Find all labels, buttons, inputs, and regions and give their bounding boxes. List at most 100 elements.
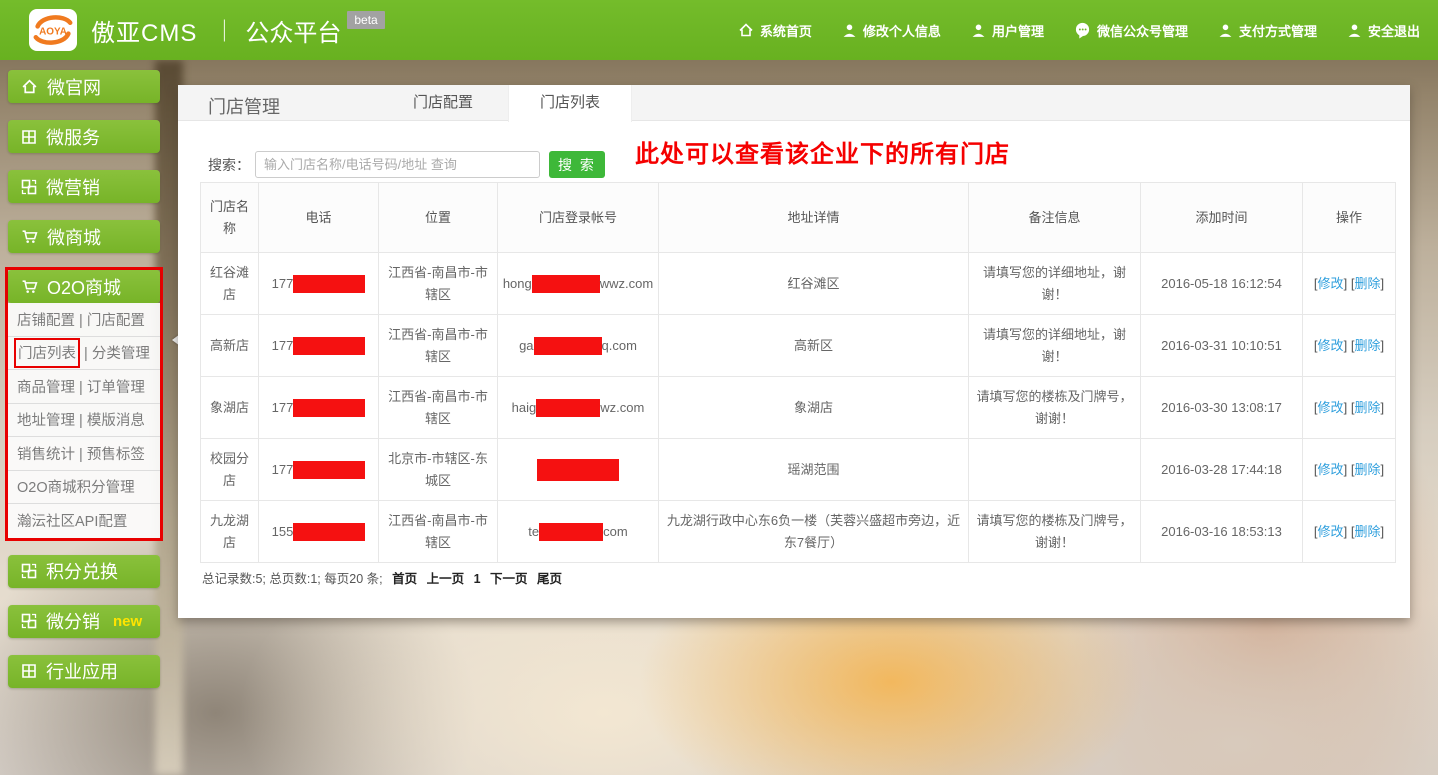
modify-link[interactable]: 修改: [1318, 400, 1344, 415]
nav-label: 支付方式管理: [1239, 21, 1317, 40]
o2o-submenu: 店铺配置 | 门店配置 门店列表 | 分类管理 商品管理 | 订单管理 地址管理…: [8, 303, 160, 538]
user-icon: [971, 23, 986, 38]
brand-divider: ｜: [213, 14, 235, 46]
table-row: 九龙湖店 155 江西省-南昌市-市辖区 tecom 九龙湖行政中心东6负一楼（…: [201, 501, 1396, 563]
user-icon: [1347, 23, 1362, 38]
aoya-logo-icon: AOYA: [31, 11, 75, 49]
search-button[interactable]: 搜 索: [549, 151, 605, 178]
submenu-sales-presale[interactable]: 销售统计 | 预售标签: [8, 437, 160, 471]
new-badge: new: [113, 613, 142, 630]
row-actions: [修改] [删除]: [1303, 253, 1396, 315]
submenu-o2o-points[interactable]: O2O商城积分管理: [8, 471, 160, 505]
modify-link[interactable]: 修改: [1318, 462, 1344, 477]
store-name: 红谷滩店: [201, 253, 259, 315]
store-note: 请填写您的详细地址，谢谢！: [969, 315, 1141, 377]
sidebar: 微官网 微服务 微营销 微商城 O2O商城 店铺配置 | 门店配置 门店列表 |…: [8, 70, 160, 705]
submenu-label: 地址管理 | 模版消息: [17, 409, 145, 430]
pagination-next[interactable]: 下一页: [490, 572, 528, 586]
store-account: tecom: [498, 501, 659, 563]
delete-link[interactable]: 删除: [1354, 400, 1380, 415]
store-account: haigwz.com: [498, 377, 659, 439]
tab-store-config[interactable]: 门店配置: [378, 85, 508, 121]
submenu-address-template[interactable]: 地址管理 | 模版消息: [8, 404, 160, 438]
nav-label: 微信公众号管理: [1097, 21, 1188, 40]
sync-icon: [21, 179, 37, 195]
pagination-summary: 总记录数:5; 总页数:1; 每页20 条;: [202, 572, 383, 586]
delete-link[interactable]: 删除: [1354, 338, 1380, 353]
sidebar-item-points-exchange[interactable]: 积分兑换: [8, 555, 160, 588]
modify-link[interactable]: 修改: [1318, 338, 1344, 353]
sidebar-item-label: 积分兑换: [46, 558, 118, 584]
delete-link[interactable]: 删除: [1354, 462, 1380, 477]
store-add-time: 2016-03-16 18:53:13: [1141, 501, 1303, 563]
sidebar-item-label: 微营销: [46, 174, 100, 200]
pagination-last[interactable]: 尾页: [537, 572, 562, 586]
home-icon: [21, 78, 38, 95]
col-login-account: 门店登录帐号: [498, 183, 659, 253]
sidebar-item-micro-site[interactable]: 微官网: [8, 70, 160, 103]
sidebar-item-label: 行业应用: [46, 658, 118, 684]
tab-store-list[interactable]: 门店列表: [508, 85, 632, 122]
submenu-shop-config[interactable]: 店铺配置 | 门店配置: [8, 303, 160, 337]
submenu-product-order[interactable]: 商品管理 | 订单管理: [8, 370, 160, 404]
nav-user-management[interactable]: 用户管理: [971, 21, 1044, 40]
nav-edit-profile[interactable]: 修改个人信息: [842, 21, 941, 40]
modify-link[interactable]: 修改: [1318, 276, 1344, 291]
product-name: 公众平台: [245, 13, 341, 48]
nav-wechat-account-management[interactable]: 微信公众号管理: [1074, 21, 1188, 40]
pagination-prev[interactable]: 上一页: [427, 572, 465, 586]
store-add-time: 2016-03-30 13:08:17: [1141, 377, 1303, 439]
redacted-block: [293, 399, 365, 417]
redacted-block: [539, 523, 603, 541]
pagination-first[interactable]: 首页: [392, 572, 417, 586]
nav-system-home[interactable]: 系统首页: [738, 21, 812, 40]
row-actions: [修改] [删除]: [1303, 439, 1396, 501]
table-header-row: 门店名称 电话 位置 门店登录帐号 地址详情 备注信息 添加时间 操作: [201, 183, 1396, 253]
sidebar-item-micro-service[interactable]: 微服务: [8, 120, 160, 153]
store-note: 请填写您的楼栋及门牌号，谢谢！: [969, 377, 1141, 439]
submenu-label-highlighted: 门店列表: [14, 338, 80, 368]
nav-payment-management[interactable]: 支付方式管理: [1218, 21, 1317, 40]
submenu-label: | 分类管理: [80, 342, 150, 363]
sidebar-item-micro-distribution[interactable]: 微分销 new: [8, 605, 160, 638]
redacted-block: [293, 275, 365, 293]
sidebar-item-micro-mall[interactable]: 微商城: [8, 220, 160, 253]
store-address: 红谷滩区: [659, 253, 969, 315]
sync-icon: [21, 613, 37, 629]
cart-icon: [21, 228, 38, 245]
search-input[interactable]: [255, 151, 540, 178]
pagination-page-1[interactable]: 1: [474, 572, 481, 586]
sidebar-item-label: 微服务: [46, 124, 100, 150]
red-annotation-text: 此处可以查看该企业下的所有门店: [635, 134, 1010, 169]
submenu-label: 商品管理 | 订单管理: [17, 376, 145, 397]
top-header-bar: AOYA 傲亚CMS ｜ 公众平台 beta 系统首页 修改个人信息 用户管理 …: [0, 0, 1438, 60]
sidebar-item-industry-apps[interactable]: 行业应用: [8, 655, 160, 688]
store-address: 象湖店: [659, 377, 969, 439]
sidebar-item-micro-marketing[interactable]: 微营销: [8, 170, 160, 203]
modify-link[interactable]: 修改: [1318, 524, 1344, 539]
redacted-block: [536, 399, 600, 417]
svg-text:AOYA: AOYA: [39, 27, 67, 38]
delete-link[interactable]: 删除: [1354, 276, 1380, 291]
redacted-block: [293, 461, 365, 479]
store-location: 江西省-南昌市-市辖区: [379, 501, 498, 563]
store-location: 江西省-南昌市-市辖区: [379, 253, 498, 315]
submenu-store-list[interactable]: 门店列表 | 分类管理: [8, 337, 160, 371]
sidebar-item-label: 微官网: [47, 74, 101, 100]
store-location: 江西省-南昌市-市辖区: [379, 377, 498, 439]
nav-label: 安全退出: [1368, 21, 1420, 40]
col-actions: 操作: [1303, 183, 1396, 253]
delete-link[interactable]: 删除: [1354, 524, 1380, 539]
store-account: gaq.com: [498, 315, 659, 377]
store-table: 门店名称 电话 位置 门店登录帐号 地址详情 备注信息 添加时间 操作 红谷滩店…: [200, 182, 1396, 563]
col-phone: 电话: [259, 183, 379, 253]
col-address-detail: 地址详情: [659, 183, 969, 253]
nav-logout[interactable]: 安全退出: [1347, 21, 1420, 40]
store-phone: 177: [259, 253, 379, 315]
store-note: 请填写您的详细地址，谢谢！: [969, 253, 1141, 315]
table-row: 象湖店 177 江西省-南昌市-市辖区 haigwz.com 象湖店 请填写您的…: [201, 377, 1396, 439]
panel-header: 门店管理 门店配置 门店列表: [178, 85, 1410, 121]
store-account: hongwwz.com: [498, 253, 659, 315]
sidebar-item-o2o-mall[interactable]: O2O商城: [8, 270, 160, 303]
submenu-hanyun-api[interactable]: 瀚沄社区API配置: [8, 504, 160, 538]
